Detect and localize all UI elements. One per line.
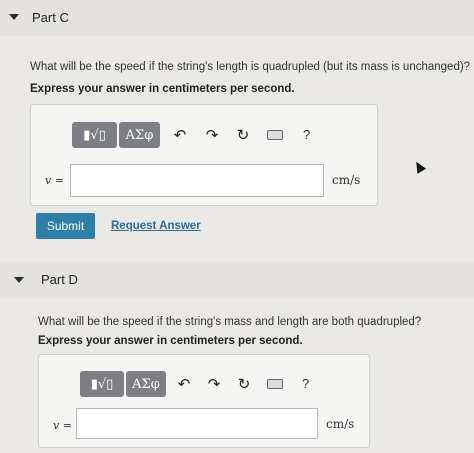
unit-label: cm/s xyxy=(332,173,361,187)
part-d-instruction: Express your answer in centimeters per s… xyxy=(38,335,303,347)
part-d-title: Part D xyxy=(41,272,78,287)
greek-symbols-button[interactable]: ΑΣφ xyxy=(119,122,160,148)
help-button[interactable]: ? xyxy=(303,127,310,142)
greek-symbols-button[interactable]: ΑΣφ xyxy=(126,371,166,397)
template-button[interactable]: ▮√▯ xyxy=(80,371,124,397)
request-answer-link[interactable]: Request Answer xyxy=(111,220,201,232)
part-d-answer-box: ▮√▯ ΑΣφ ↶ ↷ ↻ ? v = cm/s xyxy=(38,354,370,448)
variable-label: v = xyxy=(53,419,72,432)
redo-icon[interactable]: ↷ xyxy=(205,375,223,393)
part-c-answer-box: ▮√▯ ΑΣφ ↶ ↷ ↻ ? v = cm/s xyxy=(30,104,378,206)
undo-icon[interactable]: ↶ xyxy=(171,126,189,144)
reset-icon[interactable]: ↻ xyxy=(235,375,253,393)
reset-icon[interactable]: ↻ xyxy=(234,126,252,144)
part-c-instruction: Express your answer in centimeters per s… xyxy=(30,83,295,95)
speed-input[interactable] xyxy=(76,408,318,439)
redo-icon[interactable]: ↷ xyxy=(203,126,221,144)
unit-label: cm/s xyxy=(326,417,355,431)
undo-icon[interactable]: ↶ xyxy=(175,375,193,393)
keyboard-icon[interactable] xyxy=(267,130,283,140)
part-c-question: What will be the speed if the string's l… xyxy=(30,61,471,73)
part-d-question: What will be the speed if the string's m… xyxy=(38,316,422,328)
part-c-header[interactable] xyxy=(0,0,474,36)
collapse-caret-icon[interactable] xyxy=(14,277,24,283)
submit-button[interactable]: Submit xyxy=(36,213,95,239)
part-c-title: Part C xyxy=(32,10,69,25)
collapse-caret-icon[interactable] xyxy=(9,14,19,20)
help-button[interactable]: ? xyxy=(302,376,309,391)
keyboard-icon[interactable] xyxy=(267,379,283,389)
speed-input[interactable] xyxy=(70,164,324,197)
template-button[interactable]: ▮√▯ xyxy=(72,122,117,148)
mouse-cursor-icon xyxy=(411,159,427,174)
variable-label: v = xyxy=(45,174,64,187)
